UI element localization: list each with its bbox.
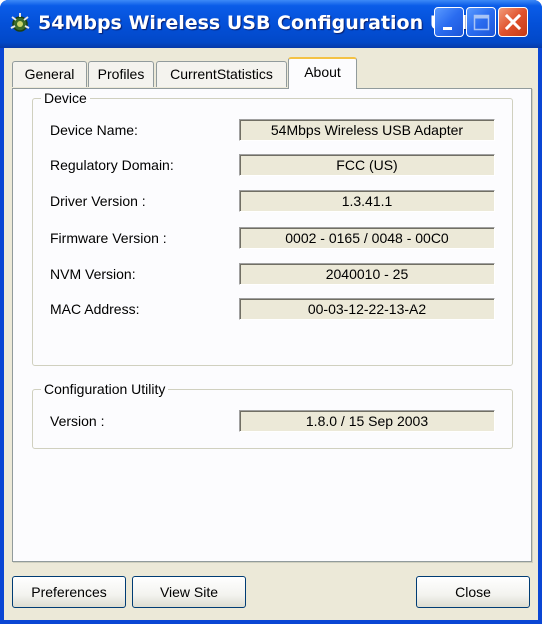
mac-address-value: 00-03-12-22-13-A2 (239, 298, 495, 320)
wireless-adapter-icon[interactable] (8, 11, 32, 35)
device-groupbox: Device Device Name: 54Mbps Wireless USB … (32, 89, 513, 366)
nvm-version-value: 2040010 - 25 (239, 263, 495, 285)
maximize-button[interactable] (466, 7, 496, 37)
about-panel: Device Device Name: 54Mbps Wireless USB … (12, 88, 532, 562)
close-button[interactable]: Close (416, 576, 530, 608)
minimize-button[interactable] (434, 7, 464, 37)
driver-version-label: Driver Version : (50, 193, 146, 209)
driver-version-value: 1.3.41.1 (239, 190, 495, 212)
app-window: 54Mbps Wireless USB Configuration Util..… (0, 0, 542, 624)
window-title: 54Mbps Wireless USB Configuration Util..… (38, 12, 489, 34)
configuration-utility-groupbox: Configuration Utility Version : 1.8.0 / … (32, 380, 513, 449)
utility-version-label: Version : (50, 413, 105, 429)
configuration-utility-legend: Configuration Utility (41, 380, 169, 398)
utility-version-value: 1.8.0 / 15 Sep 2003 (239, 410, 495, 432)
minimize-icon (443, 27, 452, 30)
device-name-label: Device Name: (50, 122, 138, 138)
close-icon (504, 13, 522, 31)
device-group-legend: Device (41, 89, 90, 107)
close-window-button[interactable] (498, 7, 528, 37)
device-name-value: 54Mbps Wireless USB Adapter (239, 119, 495, 141)
regulatory-domain-label: Regulatory Domain: (50, 157, 174, 173)
firmware-version-label: Firmware Version : (50, 230, 167, 246)
firmware-version-value: 0002 - 0165 / 0048 - 00C0 (239, 227, 495, 249)
tab-profiles[interactable]: Profiles (88, 61, 154, 87)
tab-general[interactable]: General (12, 61, 87, 87)
maximize-icon (473, 14, 490, 31)
client-area: General Profiles CurrentStatistics About… (4, 48, 538, 620)
regulatory-domain-value: FCC (US) (239, 154, 495, 176)
title-bar[interactable]: 54Mbps Wireless USB Configuration Util..… (0, 0, 542, 48)
mac-address-label: MAC Address: (50, 301, 140, 317)
tab-about[interactable]: About (288, 57, 357, 89)
preferences-button[interactable]: Preferences (12, 576, 126, 608)
tab-current-statistics[interactable]: CurrentStatistics (156, 61, 287, 87)
nvm-version-label: NVM Version: (50, 266, 136, 282)
view-site-button[interactable]: View Site (132, 576, 246, 608)
